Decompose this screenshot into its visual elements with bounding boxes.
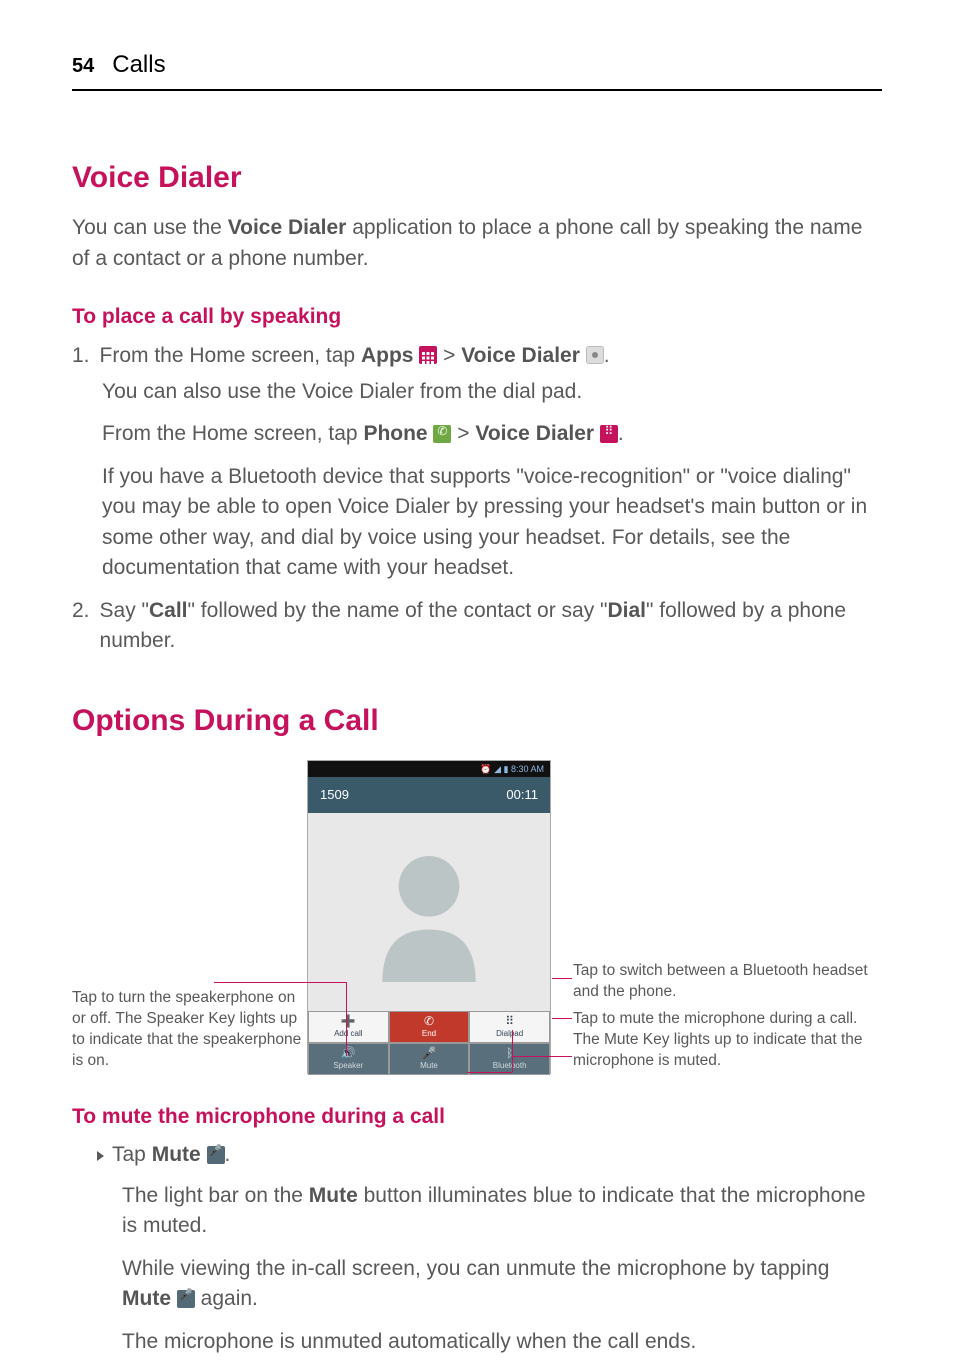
- voice-dialer-label: Voice Dialer: [461, 344, 580, 367]
- text: Tap: [112, 1143, 152, 1166]
- label: End: [422, 1028, 436, 1040]
- callout-line: [214, 982, 346, 983]
- mic-icon: 🎤: [422, 1047, 437, 1059]
- text: again.: [195, 1287, 258, 1310]
- triangle-bullet-icon: [97, 1151, 104, 1161]
- dial-label: Dial: [608, 599, 647, 622]
- voice-dialer-label-2: Voice Dialer: [475, 422, 594, 445]
- text: You can use the: [72, 216, 228, 239]
- bluetooth-callout: Tap to switch between a Bluetooth headse…: [573, 961, 882, 1003]
- step-2: 2. Say "Call" followed by the name of th…: [72, 596, 882, 657]
- left-callouts: Tap to turn the speakerphone on or off. …: [72, 988, 307, 1074]
- battery-icon: ▮: [504, 764, 509, 774]
- callout-line: [467, 1072, 512, 1073]
- mute-callout: Tap to mute the microphone during a call…: [573, 1009, 882, 1072]
- voice-dialer-heading: Voice Dialer: [72, 156, 882, 200]
- status-bar: ⏰ ◢ ▮ 8:30 AM: [308, 761, 550, 777]
- mute-mic-heading: To mute the microphone during a call: [72, 1102, 882, 1132]
- callout-line: [552, 978, 572, 979]
- bullet-text: Tap Mute .: [112, 1140, 230, 1170]
- step1-line2: You can also use the Voice Dialer from t…: [102, 377, 882, 407]
- mute-bold-2: Mute: [122, 1287, 171, 1310]
- handset-icon: ✆: [424, 1015, 434, 1027]
- step1-line3: From the Home screen, tap Phone > Voice …: [102, 419, 882, 449]
- callout-line: [512, 1030, 513, 1072]
- call-label: Call: [149, 599, 188, 622]
- text: .: [225, 1143, 231, 1166]
- phone-icon: [433, 425, 451, 443]
- mute-p3: The microphone is unmuted automatically …: [122, 1327, 882, 1357]
- page-header: 54 Calls: [72, 48, 882, 91]
- end-call-button[interactable]: ✆End: [389, 1011, 470, 1043]
- callout-line: [346, 982, 347, 1056]
- plus-icon: ➕: [341, 1015, 356, 1027]
- bluetooth-button[interactable]: ᛒBluetooth: [469, 1043, 550, 1075]
- alarm-icon: ⏰: [480, 764, 491, 774]
- voice-dialer-bold: Voice Dialer: [228, 216, 347, 239]
- text: Say ": [100, 599, 149, 622]
- options-during-call-heading: Options During a Call: [72, 699, 882, 743]
- apps-label: Apps: [361, 344, 414, 367]
- mute-label: Mute: [152, 1143, 201, 1166]
- dialpad-icon: ⠿: [505, 1015, 514, 1027]
- mute-icon: [177, 1290, 195, 1308]
- status-time: 8:30 AM: [511, 764, 544, 774]
- screenshot-area: Tap to turn the speakerphone on or off. …: [72, 760, 882, 1074]
- label: Bluetooth: [493, 1060, 527, 1072]
- call-button-grid: ➕Add call ✆End ⠿Dialpad 🔊Speaker 🎤Mute ᛒ…: [308, 1011, 550, 1075]
- place-call-speaking-heading: To place a call by speaking: [72, 302, 882, 332]
- text: From the Home screen, tap: [102, 422, 363, 445]
- step-number: 1.: [72, 341, 90, 371]
- callout-line: [512, 1056, 572, 1057]
- step-number: 2.: [72, 596, 90, 657]
- mute-button[interactable]: 🎤Mute: [389, 1043, 470, 1075]
- text: The light bar on the: [122, 1184, 309, 1207]
- callout-line: [552, 1018, 572, 1019]
- dialpad-button[interactable]: ⠿Dialpad: [469, 1011, 550, 1043]
- phone-label: Phone: [363, 422, 427, 445]
- mute-p1: The light bar on the Mute button illumin…: [122, 1181, 882, 1242]
- step1-line4: If you have a Bluetooth device that supp…: [102, 462, 882, 584]
- step-1: 1. From the Home screen, tap Apps > Voic…: [72, 341, 882, 371]
- text: From the Home screen, tap: [100, 344, 361, 367]
- call-info-bar: 1509 00:11: [308, 777, 550, 813]
- step-body: Say "Call" followed by the name of the c…: [100, 596, 882, 657]
- text: While viewing the in-call screen, you ca…: [122, 1257, 829, 1280]
- label: Dialpad: [496, 1028, 523, 1040]
- mute-icon: [207, 1146, 225, 1164]
- label: Speaker: [333, 1060, 363, 1072]
- text: >: [437, 344, 461, 367]
- text: .: [618, 422, 624, 445]
- in-call-screenshot: ⏰ ◢ ▮ 8:30 AM 1509 00:11 ➕Add call ✆End …: [307, 760, 551, 1074]
- voice-dialer-icon: [586, 346, 604, 364]
- label: Mute: [420, 1060, 438, 1072]
- apps-icon: [419, 346, 437, 364]
- mute-p2: While viewing the in-call screen, you ca…: [122, 1254, 882, 1315]
- speaker-icon: 🔊: [341, 1047, 356, 1059]
- step-body: From the Home screen, tap Apps > Voice D…: [100, 341, 882, 371]
- label: Add call: [334, 1028, 362, 1040]
- text: .: [604, 344, 610, 367]
- text: >: [451, 422, 475, 445]
- speaker-button[interactable]: 🔊Speaker: [308, 1043, 389, 1075]
- mute-bold: Mute: [309, 1184, 358, 1207]
- mute-bullet: Tap Mute .: [97, 1140, 882, 1170]
- signal-icon: ◢: [494, 764, 501, 774]
- speaker-callout: Tap to turn the speakerphone on or off. …: [72, 988, 307, 1072]
- text: " followed by the name of the contact or…: [188, 599, 608, 622]
- add-call-button[interactable]: ➕Add call: [308, 1011, 389, 1043]
- page-number: 54: [72, 52, 94, 81]
- voice-dialer-intro: You can use the Voice Dialer application…: [72, 213, 882, 274]
- voice-dialer-dialpad-icon: [600, 425, 618, 443]
- caller-id: 1509: [320, 786, 349, 805]
- section-title: Calls: [112, 48, 165, 83]
- call-timer: 00:11: [506, 786, 538, 805]
- right-callouts: Tap to switch between a Bluetooth headse…: [551, 961, 882, 1074]
